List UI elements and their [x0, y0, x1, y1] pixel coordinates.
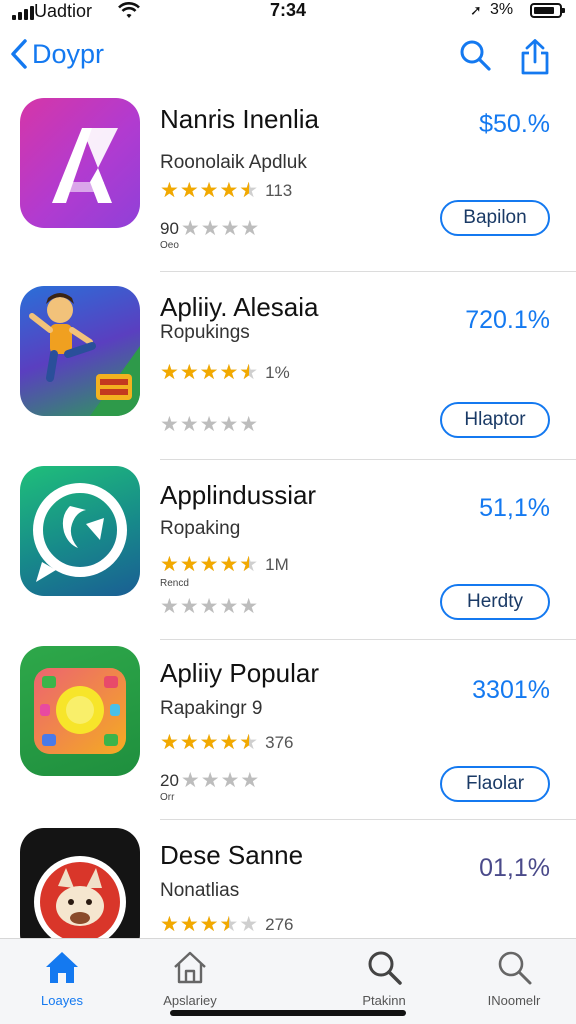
home-icon: [46, 952, 78, 983]
tab-label: INoomelr: [487, 993, 541, 1008]
get-button[interactable]: Hlaptor: [440, 402, 550, 438]
get-button[interactable]: Bapilon: [440, 200, 550, 236]
secondary-rating: ★★★★★: [160, 594, 259, 619]
small-label: Rencd: [160, 578, 189, 589]
price-label: 3301%: [472, 676, 550, 704]
rating-count: 113: [265, 180, 293, 200]
list-item[interactable]: Apliiy. Alesaia Ropukings ★★★★★★★★★★ 1% …: [0, 280, 576, 460]
app-name: Applindussiar: [160, 480, 317, 510]
home-indicator: [170, 1010, 406, 1016]
divider: [160, 819, 576, 820]
rating-count: 1M: [265, 554, 289, 574]
list-item[interactable]: Applindussiar Ropaking ★★★★★★★★★★ 1M Ren…: [0, 460, 576, 640]
get-button[interactable]: Herdty: [440, 584, 550, 620]
rating-count: 276: [265, 914, 294, 934]
back-label: Doypr: [32, 38, 105, 69]
tab-apps[interactable]: Apslariey: [130, 947, 250, 1008]
app-subtitle: Nonatlias: [160, 880, 240, 901]
star-icon: ★★★★★: [160, 595, 260, 618]
divider: [160, 271, 576, 272]
tab-label: Apslariey: [163, 993, 217, 1008]
star-icon: ★★★★★: [160, 413, 260, 436]
app-subtitle: Ropukings: [160, 322, 250, 343]
chat-bubble-icon[interactable]: [20, 466, 140, 596]
rating-fill: ★★★★★: [160, 362, 249, 383]
app-name: Dese Sanne: [160, 840, 304, 870]
search-icon: [368, 951, 402, 985]
cartoon-character-icon[interactable]: [20, 286, 140, 416]
house-outline-icon: [174, 951, 206, 984]
app-subtitle: Rapakingr 9: [160, 698, 263, 719]
letter-a-icon[interactable]: [20, 98, 140, 228]
chevron-left-icon: [11, 39, 27, 69]
star-rating: ★★★★★★★★★★ 113: [160, 179, 293, 202]
secondary-rating: 90 ★★★★: [160, 216, 260, 241]
get-button[interactable]: Flaolar: [440, 766, 550, 802]
app-name: Apliiy. Alesaia: [160, 292, 319, 322]
star-rating: ★★★★★★★★★★ 1M: [160, 553, 289, 576]
rating-fill: ★★★★★: [160, 554, 249, 575]
tab-updates[interactable]: INoomelr: [454, 947, 574, 1008]
game-controller-icon[interactable]: [20, 646, 140, 776]
rating-count: 376: [265, 732, 294, 752]
battery-icon: [530, 3, 565, 18]
tab-label: Loayes: [41, 993, 83, 1008]
secondary-rating-number: 90: [160, 218, 179, 238]
tab-home[interactable]: Loayes: [2, 947, 122, 1008]
app-name: Apliiy Popular: [160, 658, 319, 688]
price-label: 01,1%: [479, 854, 550, 882]
star-rating: ★★★★★★★★★★ 376: [160, 731, 294, 754]
tab-label: Ptakinn: [362, 993, 406, 1008]
star-icon: ★★★★: [180, 217, 261, 240]
small-label: Oeo: [160, 240, 179, 251]
search-icon[interactable]: [458, 38, 492, 74]
small-label: Orr: [160, 792, 175, 803]
navigation-bar: Doypr: [0, 32, 576, 88]
price-label: 51,1%: [479, 494, 550, 522]
status-bar: Uadtior 7:34 ➚ 3%: [0, 0, 576, 24]
star-rating: ★★★★★★★★★★ 1%: [160, 361, 290, 384]
star-rating: ★★★★★★★★★★ 276: [160, 913, 294, 936]
rating-fill: ★★★★★: [160, 914, 229, 935]
list-item[interactable]: Nanris Inenlia Roonolaik Apdluk ★★★★★ ★★★…: [0, 92, 576, 272]
app-subtitle: Roonolaik Apdluk: [160, 152, 307, 173]
battery-percentage: 3%: [490, 1, 514, 18]
secondary-rating: ★★★★★: [160, 412, 259, 437]
price-label: $50.%: [479, 110, 550, 138]
rating-fill: ★★★★★: [160, 180, 249, 201]
tab-search[interactable]: Ptakinn: [324, 947, 444, 1008]
share-icon[interactable]: [518, 38, 552, 76]
rating-count: 1%: [265, 362, 290, 382]
app-name: Nanris Inenlia: [160, 104, 319, 134]
secondary-rating-number: 20: [160, 770, 179, 790]
star-icon: ★★★★: [180, 769, 261, 792]
price-label: 720.1%: [465, 306, 550, 334]
secondary-rating: 20 ★★★★: [160, 768, 260, 793]
app-subtitle: Ropaking: [160, 518, 241, 539]
search-icon: [498, 951, 532, 985]
rating-fill: ★★★★★: [160, 732, 249, 753]
location-arrow-icon: ➚: [470, 2, 482, 18]
list-item[interactable]: Apliiy Popular Rapakingr 9 ★★★★★★★★★★ 37…: [0, 640, 576, 820]
back-button[interactable]: Doypr: [10, 38, 104, 70]
